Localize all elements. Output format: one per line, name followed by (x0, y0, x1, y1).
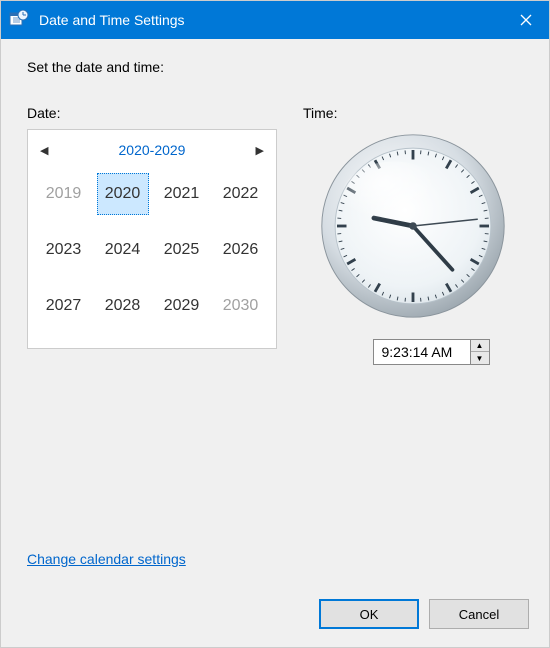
time-input[interactable]: 9:23:14 AM ▲ ▼ (373, 339, 490, 365)
year-cell[interactable]: 2029 (156, 285, 208, 327)
time-label: Time: (303, 105, 523, 121)
change-calendar-settings-link[interactable]: Change calendar settings (27, 551, 186, 567)
window-title: Date and Time Settings (39, 12, 503, 28)
year-cell[interactable]: 2025 (156, 229, 208, 271)
calendar-range-title[interactable]: 2020-2029 (119, 142, 186, 158)
dialog-window: Date and Time Settings Set the date and … (0, 0, 550, 648)
year-cell[interactable]: 2023 (38, 229, 90, 271)
year-cell[interactable]: 2030 (215, 285, 267, 327)
year-cell[interactable]: 2028 (97, 285, 149, 327)
close-button[interactable] (503, 1, 549, 39)
year-cell[interactable]: 2022 (215, 173, 267, 215)
year-cell[interactable]: 2021 (156, 173, 208, 215)
time-spin-down[interactable]: ▼ (471, 352, 489, 364)
calendar-next-button[interactable]: ▶ (250, 140, 270, 161)
datetime-icon (9, 10, 29, 30)
analog-clock (318, 131, 508, 321)
year-cell[interactable]: 2026 (215, 229, 267, 271)
time-value[interactable]: 9:23:14 AM (374, 340, 470, 364)
calendar-prev-button[interactable]: ◀ (34, 140, 54, 161)
time-spin-up[interactable]: ▲ (471, 340, 489, 352)
year-cell[interactable]: 2024 (97, 229, 149, 271)
year-cell[interactable]: 2020 (97, 173, 149, 215)
year-cell[interactable]: 2027 (38, 285, 90, 327)
cancel-button[interactable]: Cancel (429, 599, 529, 629)
content-area: Set the date and time: Date: ◀ 2020-2029… (1, 39, 549, 647)
calendar: ◀ 2020-2029 ▶ 20192020202120222023202420… (27, 129, 277, 349)
date-label: Date: (27, 105, 283, 121)
instruction-text: Set the date and time: (27, 59, 523, 75)
year-cell[interactable]: 2019 (38, 173, 90, 215)
ok-button[interactable]: OK (319, 599, 419, 629)
titlebar: Date and Time Settings (1, 1, 549, 39)
